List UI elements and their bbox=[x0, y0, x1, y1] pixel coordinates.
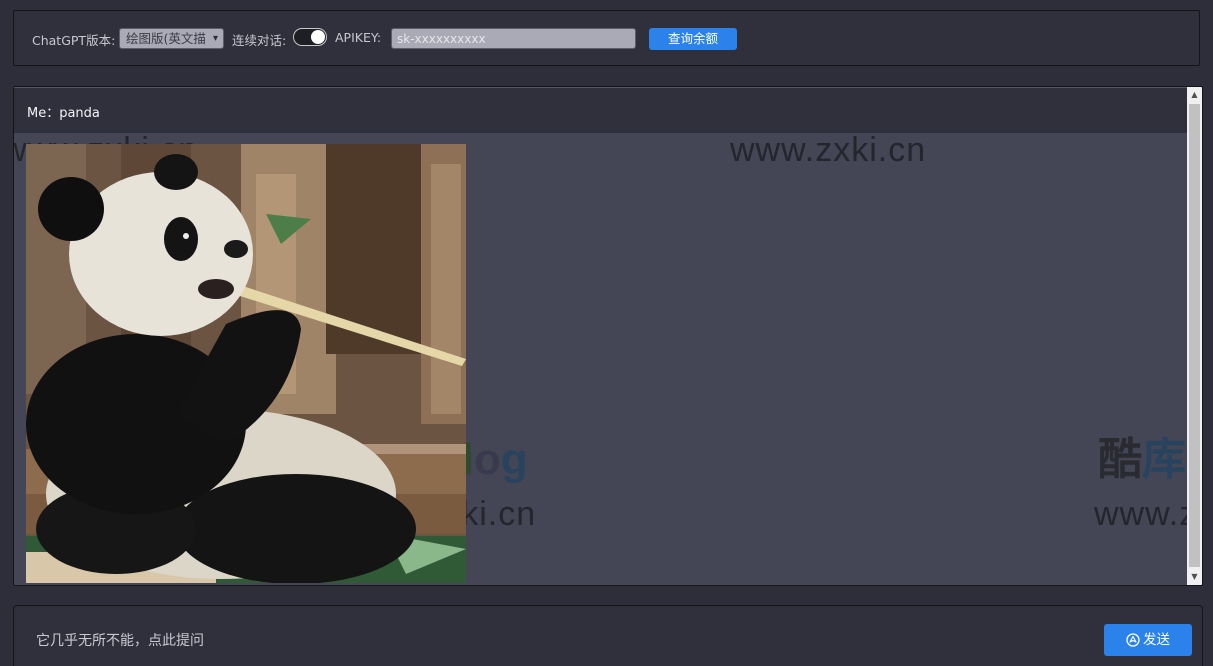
scroll-down-icon[interactable]: ▼ bbox=[1187, 569, 1202, 585]
version-select-value: 绘图版(英文描 bbox=[126, 31, 206, 46]
prompt-input[interactable]: 它几乎无所不能，点此提问 bbox=[36, 630, 204, 650]
version-select[interactable]: 绘图版(英文描 ▾ bbox=[119, 28, 224, 49]
chat-app: ChatGPT版本: 绘图版(英文描 ▾ 连续对话: APIKEY: 查询余额 … bbox=[0, 0, 1213, 666]
panda-image bbox=[26, 144, 466, 583]
version-label: ChatGPT版本: bbox=[32, 33, 116, 48]
chat-panel[interactable]: 酷库Blog www.zxki.cn 酷库Blog www.zxki.cn 酷库… bbox=[13, 86, 1203, 586]
apikey-label: APIKEY: bbox=[335, 30, 382, 45]
generated-image[interactable] bbox=[26, 144, 466, 583]
input-bar: 它几乎无所不能，点此提问 发送 bbox=[13, 605, 1203, 666]
continuous-label: 连续对话: bbox=[232, 33, 287, 48]
apikey-input[interactable] bbox=[391, 28, 636, 49]
send-label: 发送 bbox=[1143, 632, 1170, 648]
message-header: Me：panda bbox=[14, 87, 1188, 133]
watermark-url: www.zxki.cn bbox=[730, 131, 927, 169]
send-icon bbox=[1126, 633, 1140, 647]
check-balance-button[interactable]: 查询余额 bbox=[649, 28, 737, 50]
send-button[interactable]: 发送 bbox=[1104, 624, 1192, 656]
config-bar: ChatGPT版本: 绘图版(英文描 ▾ 连续对话: APIKEY: 查询余额 bbox=[13, 10, 1200, 66]
toggle-knob bbox=[311, 30, 325, 44]
scrollbar[interactable]: ▲ ▼ bbox=[1187, 87, 1202, 585]
scroll-up-icon[interactable]: ▲ bbox=[1187, 87, 1202, 103]
chevron-down-icon: ▾ bbox=[210, 32, 221, 45]
watermark: 酷库 bbox=[1098, 435, 1186, 484]
scroll-thumb[interactable] bbox=[1189, 104, 1200, 567]
user-message: Me：panda bbox=[27, 106, 100, 121]
continuous-toggle[interactable] bbox=[293, 28, 327, 46]
